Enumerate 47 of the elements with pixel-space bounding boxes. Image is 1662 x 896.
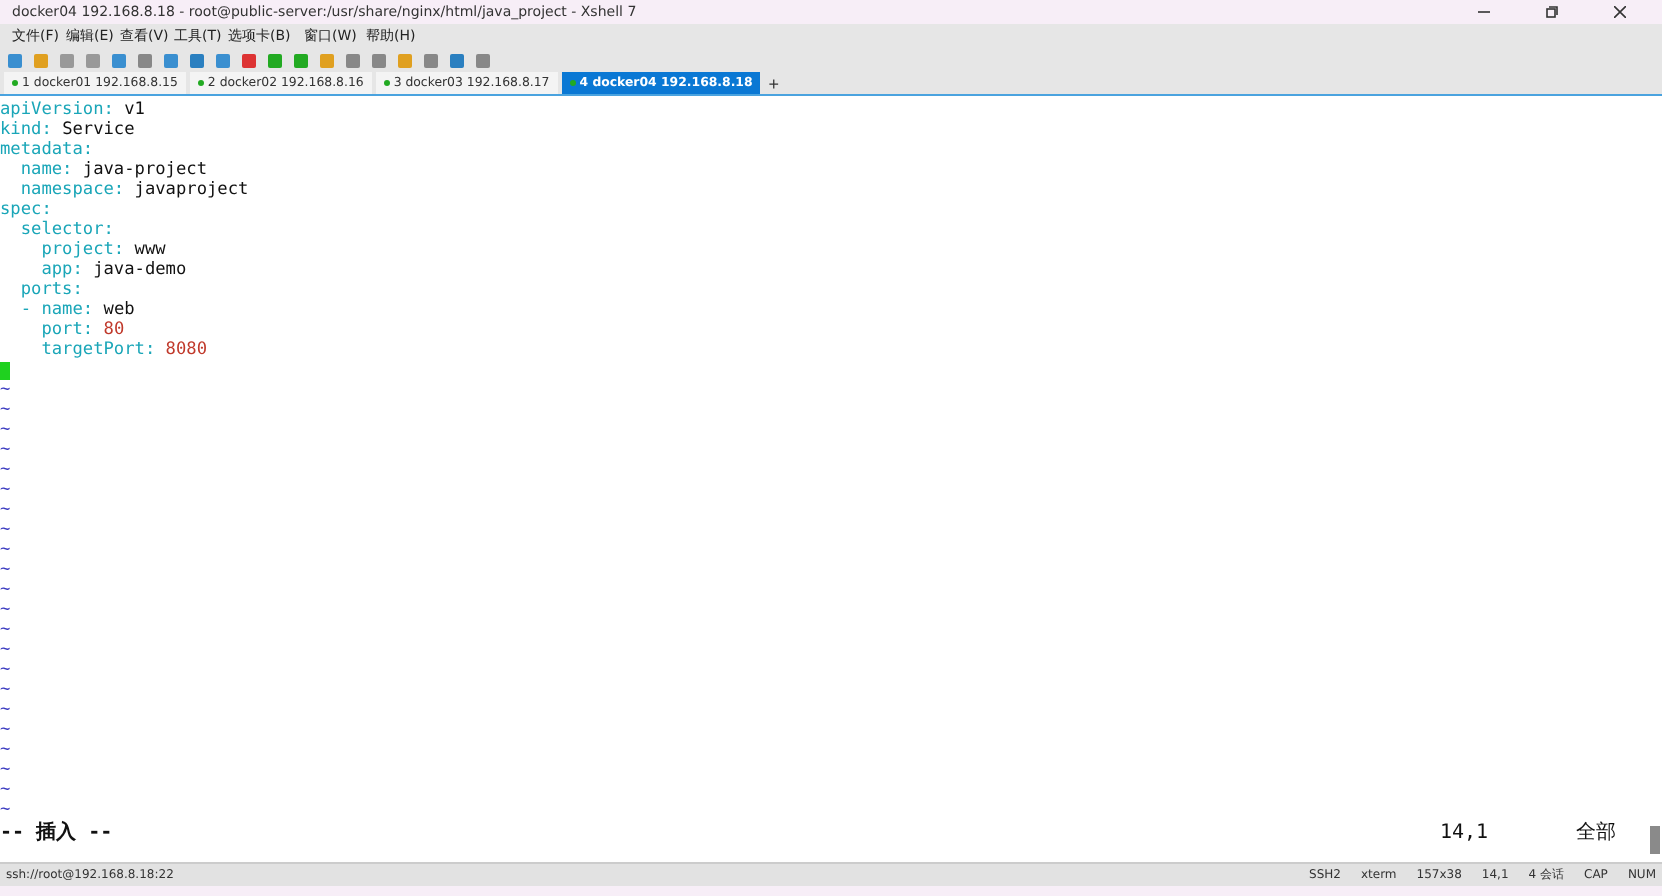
scroll-position: 全部 xyxy=(1576,824,1616,844)
empty-line-marker: ~ xyxy=(0,720,13,740)
empty-line-marker: ~ xyxy=(0,520,13,540)
cursor-position: 14,1 xyxy=(1440,824,1491,844)
code-line: name: java-project xyxy=(18,160,209,180)
code-line: spec: xyxy=(0,200,54,220)
code-line: namespace: javaproject xyxy=(18,180,251,200)
empty-line-marker: ~ xyxy=(0,380,13,400)
empty-line-marker: ~ xyxy=(0,760,13,780)
code-line: apiVersion: v1 xyxy=(0,100,147,120)
mode-indicator: -- 插入 -- xyxy=(0,824,115,844)
empty-line-marker: ~ xyxy=(0,560,13,580)
empty-line-marker: ~ xyxy=(0,420,13,440)
empty-line-marker: ~ xyxy=(0,620,13,640)
close-icon[interactable] xyxy=(1614,5,1626,17)
code-line: - name: web xyxy=(18,300,137,320)
empty-line-marker: ~ xyxy=(0,440,13,460)
cursor xyxy=(0,362,10,380)
empty-line-marker: ~ xyxy=(0,580,13,600)
empty-line-marker: ~ xyxy=(0,540,13,560)
status-dot-icon xyxy=(383,80,390,86)
empty-line-marker: ~ xyxy=(0,640,13,660)
empty-line-marker: ~ xyxy=(0,700,13,720)
empty-line-marker: ~ xyxy=(0,660,13,680)
status-dot-icon xyxy=(12,80,18,86)
empty-line-marker: ~ xyxy=(0,480,13,500)
code-line: metadata: xyxy=(0,140,96,160)
code-line: ports: xyxy=(18,280,85,300)
code-line: port: 80 xyxy=(39,320,127,340)
empty-line-marker: ~ xyxy=(0,800,13,820)
empty-line-marker: ~ xyxy=(0,680,13,700)
empty-line-marker: ~ xyxy=(0,400,13,420)
restore-icon[interactable] xyxy=(1546,5,1558,17)
empty-line-marker: ~ xyxy=(0,740,13,760)
code-line: project: www xyxy=(39,240,168,260)
code-line: kind: Service xyxy=(0,120,137,140)
status-dot-icon xyxy=(569,80,576,86)
new-tab-button[interactable]: + xyxy=(764,72,784,94)
code-line: app: java-demo xyxy=(39,260,189,280)
empty-line-marker: ~ xyxy=(0,780,13,800)
empty-line-marker: ~ xyxy=(0,500,13,520)
code-line: selector: xyxy=(18,220,116,240)
empty-line-marker: ~ xyxy=(0,600,13,620)
minimize-icon[interactable] xyxy=(1478,5,1490,17)
empty-line-marker: ~ xyxy=(0,460,13,480)
status-dot-icon xyxy=(197,80,204,86)
code-line: targetPort: 8080 xyxy=(39,340,209,360)
